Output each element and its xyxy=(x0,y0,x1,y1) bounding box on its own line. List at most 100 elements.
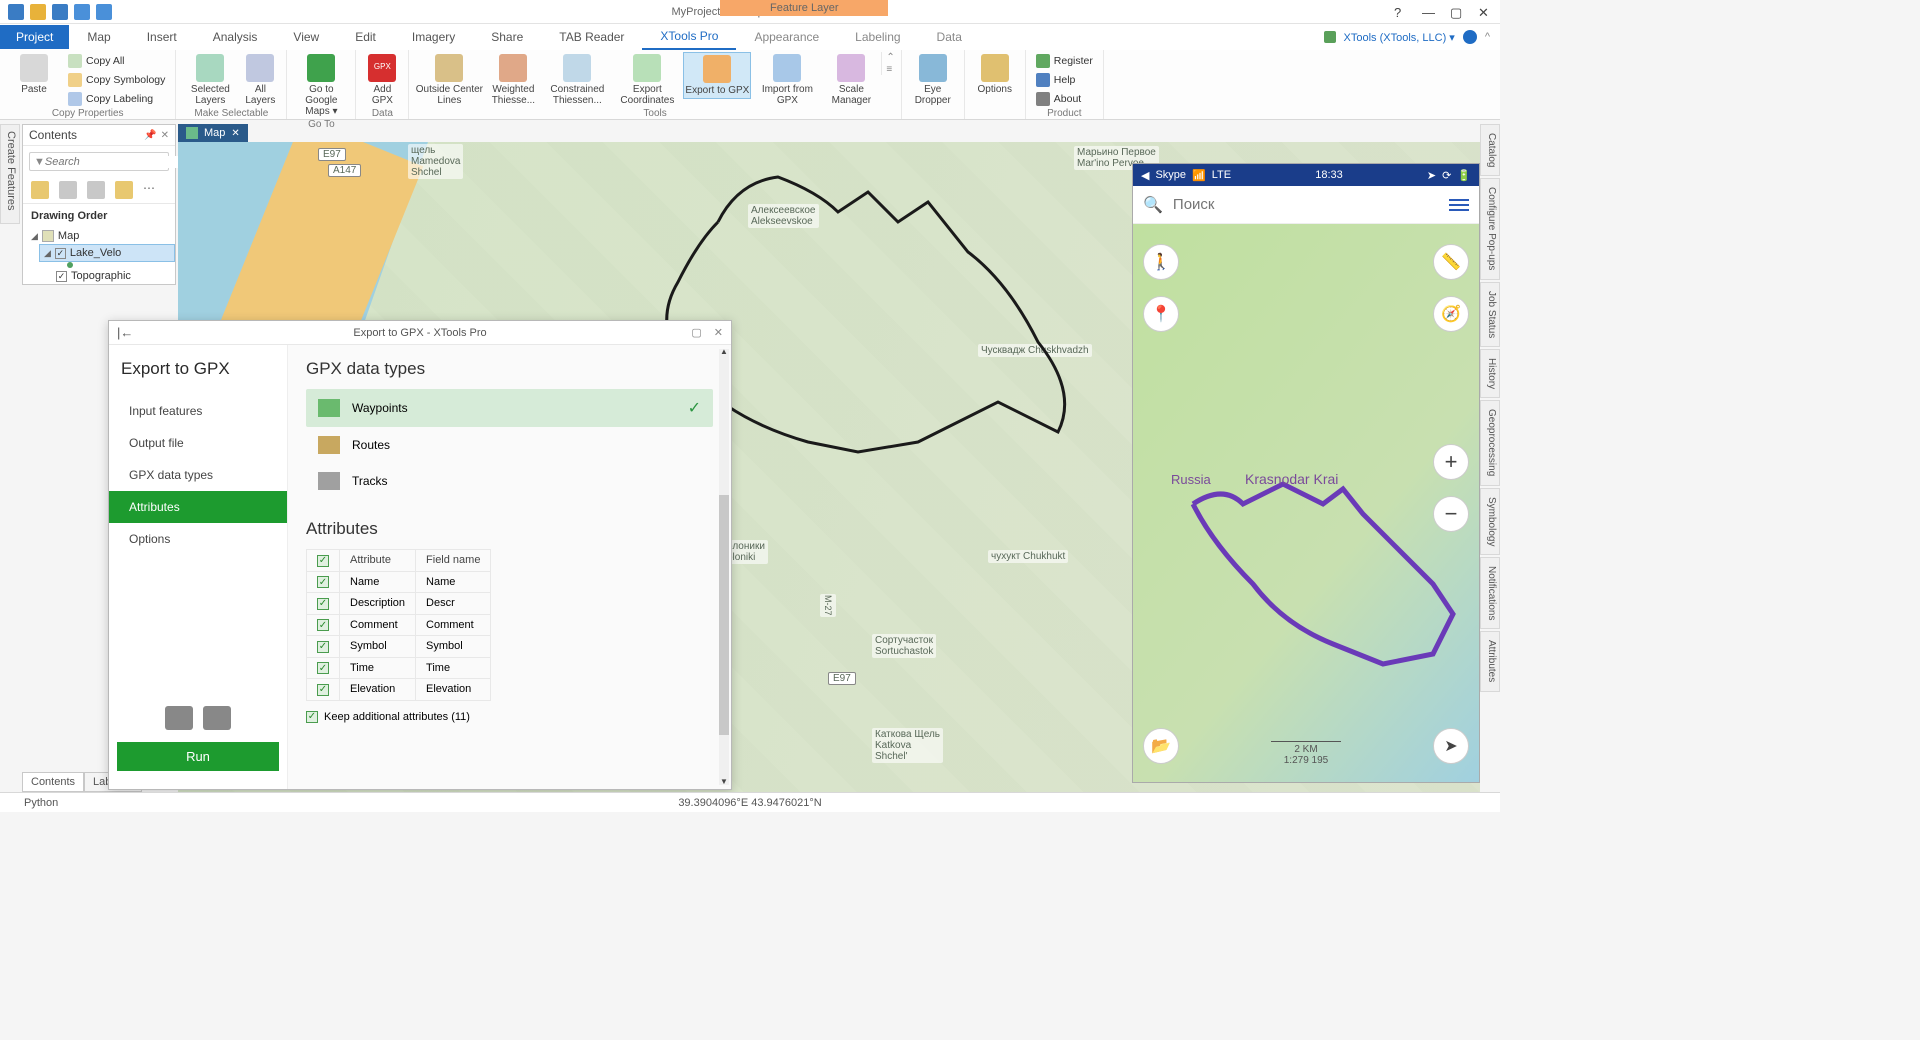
run-button[interactable]: Run xyxy=(117,742,279,771)
dialog-titlebar[interactable]: |← Export to GPX - XTools Pro ▢✕ xyxy=(109,321,731,345)
layers-button[interactable]: 📂 xyxy=(1143,728,1179,764)
back-icon[interactable]: |← xyxy=(117,325,133,340)
row-checkbox[interactable]: ✓ xyxy=(317,662,329,674)
list-by-selection-icon[interactable] xyxy=(87,181,105,199)
type-tracks[interactable]: Tracks xyxy=(306,463,713,499)
weighted-thiessen-button[interactable]: Weighted Thiesse... xyxy=(485,52,541,108)
phone-search-input[interactable] xyxy=(1173,196,1439,213)
paste-button[interactable]: Paste xyxy=(6,52,62,97)
maximize-button[interactable]: ▢ xyxy=(1450,5,1464,19)
search-input[interactable] xyxy=(45,156,188,168)
screenshot-icon[interactable] xyxy=(165,706,193,730)
minimize-button[interactable]: — xyxy=(1422,5,1436,19)
nav-options[interactable]: Options xyxy=(109,523,287,555)
export-coordinates-button[interactable]: Export Coordinates xyxy=(613,52,681,108)
tab-labeling[interactable]: Labeling xyxy=(837,25,918,49)
notifications-icon[interactable] xyxy=(1463,30,1477,44)
search-icon[interactable]: 🔍 xyxy=(1143,195,1163,215)
tab-tabreader[interactable]: TAB Reader xyxy=(541,25,642,49)
options-button[interactable]: Options xyxy=(971,52,1019,97)
row-checkbox[interactable]: ✓ xyxy=(317,684,329,696)
phone-map[interactable]: 🚶 📍 📏 🧭 + − 📂 ➤ Russia Krasnodar Krai 2 … xyxy=(1133,224,1479,783)
select-all-checkbox[interactable]: ✓ xyxy=(317,555,329,567)
help-button[interactable]: Help xyxy=(1032,71,1097,89)
scroll-up-icon[interactable]: ▲ xyxy=(719,347,729,357)
type-routes[interactable]: Routes xyxy=(306,427,713,463)
zoom-in-button[interactable]: + xyxy=(1433,444,1469,480)
scrollbar-thumb[interactable] xyxy=(719,495,729,735)
add-poi-button[interactable]: 📍 xyxy=(1143,296,1179,332)
contents-btab[interactable]: Contents xyxy=(22,772,84,792)
walk-button[interactable]: 🚶 xyxy=(1143,244,1179,280)
geoprocessing-tab[interactable]: Geoprocessing xyxy=(1480,400,1500,485)
nav-output-file[interactable]: Output file xyxy=(109,427,287,459)
tab-map[interactable]: Map xyxy=(69,25,128,49)
row-checkbox[interactable]: ✓ xyxy=(317,619,329,631)
ribbon-dialog-icon[interactable]: ≡ xyxy=(886,64,894,75)
qat-save-icon[interactable] xyxy=(52,4,68,20)
map-node[interactable]: ◢Map xyxy=(27,228,175,244)
all-layers-button[interactable]: All Layers xyxy=(240,52,280,108)
eye-dropper-button[interactable]: Eye Dropper xyxy=(908,52,958,108)
dialog-close-icon[interactable]: ✕ xyxy=(714,326,723,339)
google-maps-button[interactable]: Go to Google Maps ▾ xyxy=(293,52,349,119)
column-attribute[interactable]: Attribute xyxy=(340,550,416,572)
list-by-drawing-icon[interactable] xyxy=(31,181,49,199)
map-view-tab[interactable]: Map ✕ xyxy=(178,124,248,142)
row-checkbox[interactable]: ✓ xyxy=(317,641,329,653)
list-by-source-icon[interactable] xyxy=(59,181,77,199)
outside-center-lines-button[interactable]: Outside Center Lines xyxy=(415,52,483,108)
tab-share[interactable]: Share xyxy=(473,25,541,49)
ribbon-collapse-icon[interactable]: ^ xyxy=(1485,31,1490,43)
layer-checkbox[interactable]: ✓ xyxy=(56,271,67,282)
help-doc-icon[interactable] xyxy=(203,706,231,730)
tab-insert[interactable]: Insert xyxy=(129,25,195,49)
nav-attributes[interactable]: Attributes xyxy=(109,491,287,523)
row-checkbox[interactable]: ✓ xyxy=(317,598,329,610)
close-button[interactable]: ✕ xyxy=(1478,5,1492,19)
dialog-max-icon[interactable]: ▢ xyxy=(691,326,701,339)
qat-open-icon[interactable] xyxy=(30,4,46,20)
ribbon-expand-icon[interactable]: ⌃ xyxy=(886,52,894,63)
configure-popups-tab[interactable]: Configure Pop-ups xyxy=(1480,178,1500,279)
contents-search[interactable]: ▼ 🔍 xyxy=(29,152,169,171)
scroll-down-icon[interactable]: ▼ xyxy=(719,777,729,787)
qat-undo-icon[interactable] xyxy=(74,4,90,20)
keep-checkbox[interactable]: ✓ xyxy=(306,711,318,723)
tab-data[interactable]: Data xyxy=(919,25,980,49)
zoom-out-button[interactable]: − xyxy=(1433,496,1469,532)
layer-lakevelo[interactable]: ◢✓Lake_Velo xyxy=(39,244,175,262)
nav-input-features[interactable]: Input features xyxy=(109,395,287,427)
selected-layers-button[interactable]: Selected Layers xyxy=(182,52,238,108)
tab-analysis[interactable]: Analysis xyxy=(195,25,276,49)
notifications-tab[interactable]: Notifications xyxy=(1480,557,1500,629)
about-button[interactable]: About xyxy=(1032,90,1097,108)
symbology-tab[interactable]: Symbology xyxy=(1480,488,1500,555)
python-button[interactable]: Python xyxy=(0,797,58,809)
history-tab[interactable]: History xyxy=(1480,349,1500,398)
locate-button[interactable]: ➤ xyxy=(1433,728,1469,764)
nav-gpx-data-types[interactable]: GPX data types xyxy=(109,459,287,491)
column-field[interactable]: Field name xyxy=(416,550,491,572)
layer-topographic[interactable]: ✓Topographic xyxy=(39,268,175,284)
qat-new-icon[interactable] xyxy=(8,4,24,20)
copy-symbology-button[interactable]: Copy Symbology xyxy=(64,71,169,89)
keep-attributes-row[interactable]: ✓ Keep additional attributes (11) xyxy=(306,711,713,723)
import-from-gpx-button[interactable]: Import from GPX xyxy=(753,52,821,108)
catalog-tab[interactable]: Catalog xyxy=(1480,124,1500,176)
tab-view[interactable]: View xyxy=(275,25,337,49)
register-button[interactable]: Register xyxy=(1032,52,1097,70)
export-to-gpx-button[interactable]: Export to GPX xyxy=(683,52,751,99)
job-status-tab[interactable]: Job Status xyxy=(1480,282,1500,347)
list-by-editing-icon[interactable] xyxy=(115,181,133,199)
help-button[interactable]: ? xyxy=(1394,5,1408,19)
create-features-tab[interactable]: Create Features xyxy=(0,124,20,224)
tab-appearance[interactable]: Appearance xyxy=(736,25,837,49)
close-icon[interactable]: ✕ xyxy=(161,130,169,141)
add-gpx-button[interactable]: GPXAdd GPX xyxy=(362,52,402,108)
type-waypoints[interactable]: Waypoints ✓ xyxy=(306,389,713,427)
constrained-thiessen-button[interactable]: Constrained Thiessen... xyxy=(543,52,611,108)
attributes-tab[interactable]: Attributes xyxy=(1480,631,1500,691)
menu-icon[interactable] xyxy=(1449,199,1469,211)
scale-manager-button[interactable]: Scale Manager xyxy=(823,52,879,108)
